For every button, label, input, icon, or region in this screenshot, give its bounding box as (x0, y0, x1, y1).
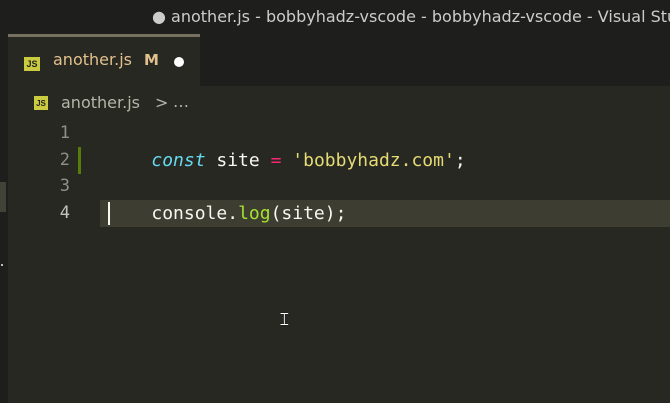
line-number: 2 (59, 150, 70, 170)
code-line-3[interactable]: console.log(site); (108, 173, 346, 254)
editor-tab-bar: JS another.js M (8, 34, 670, 86)
javascript-file-icon: JS (24, 57, 40, 71)
breadcrumb-file[interactable]: another.js (61, 93, 140, 112)
chevron-right-icon: > (155, 93, 169, 112)
window-title: ● another.js - bobbyhadz-vscode - bobbyh… (152, 7, 670, 26)
identifier-token: site (205, 150, 271, 171)
git-modified-badge: M (144, 51, 159, 69)
tab-label: another.js (53, 50, 132, 69)
unsaved-changes-dot-icon[interactable] (174, 57, 184, 67)
activity-bar-edge (0, 34, 8, 403)
operator-token: = (270, 150, 282, 171)
punctuation-token: . (227, 203, 239, 224)
breadcrumb-more[interactable]: … (173, 92, 189, 111)
paren-token: ( (270, 203, 282, 224)
line-number-active: 4 (59, 203, 70, 223)
git-added-indicator (78, 147, 81, 174)
window-title-bar: ● another.js - bobbyhadz-vscode - bobbyh… (0, 0, 670, 34)
mouse-ibeam-cursor-icon: 𝙸 (278, 309, 291, 330)
line-number: 3 (59, 176, 70, 196)
line-number: 1 (59, 123, 70, 143)
active-indicator (0, 182, 6, 212)
javascript-file-icon: JS (34, 96, 48, 110)
scroll-marker (1, 264, 3, 266)
paren-token: ) (324, 203, 336, 224)
text-cursor (108, 202, 110, 225)
identifier-token: site (281, 203, 325, 224)
code-editor[interactable]: 1 2 3 4 const site = 'bobbyhadz.com'; co… (8, 120, 670, 403)
keyword-token: const (151, 150, 206, 171)
punctuation-token: ; (335, 203, 347, 224)
breadcrumb: JS another.js > … (8, 86, 670, 120)
string-token: 'bobbyhadz.com' (292, 150, 455, 171)
punctuation-token: ; (454, 150, 466, 171)
identifier-token: console (151, 203, 228, 224)
tab-another-js[interactable]: JS another.js M (8, 34, 200, 86)
function-token: log (238, 203, 271, 224)
